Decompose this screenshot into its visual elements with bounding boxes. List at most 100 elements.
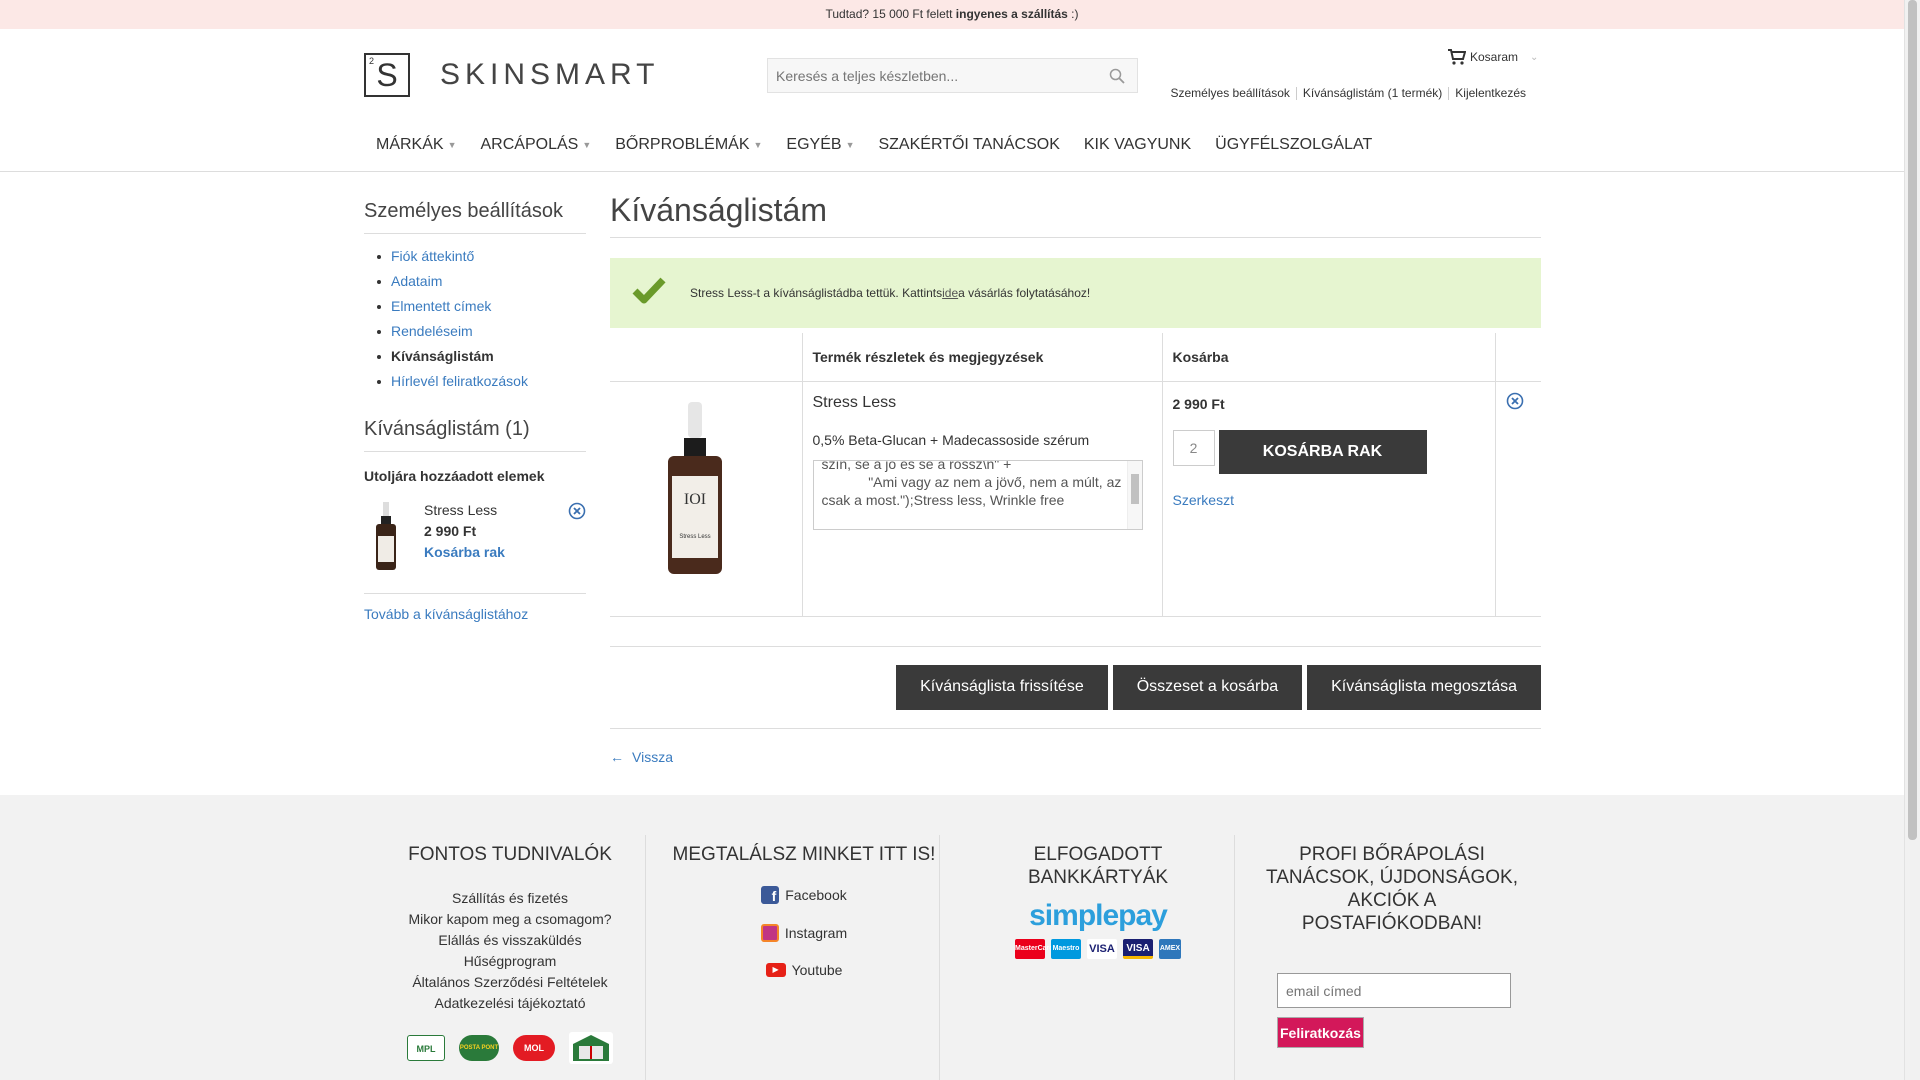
- facebook-icon: f: [761, 886, 780, 904]
- usermenu-wishlist[interactable]: Kívánságlistám (1 termék): [1295, 87, 1448, 100]
- add-all-to-cart-button[interactable]: Összeset a kosárba: [1112, 664, 1303, 710]
- product-thumbnail[interactable]: [372, 502, 400, 572]
- usermenu-logout[interactable]: Kijelentkezés: [1448, 87, 1532, 100]
- shipping-partner-logos: MPL POSTA PONT MOL: [375, 1032, 645, 1064]
- update-wishlist-button[interactable]: Kívánságlista frissítése: [896, 664, 1108, 710]
- cart-dropdown[interactable]: Kosaram ⌄: [1448, 49, 1538, 65]
- nav-item-markak[interactable]: MÁRKÁK ▼: [364, 133, 469, 157]
- youtube-link[interactable]: ▶ Youtube: [668, 962, 940, 978]
- nav-divider: [0, 171, 1904, 172]
- wishlist-table: Termék részletek és megjegyzések Kosárba…: [610, 333, 1541, 617]
- success-notice: Stress Less-t a kívánságlistádba tettük.…: [610, 258, 1541, 328]
- checkmark-icon: [632, 277, 666, 304]
- arrow-left-icon: ←: [610, 748, 624, 765]
- instagram-icon: [760, 924, 779, 942]
- chevron-down-icon: ▼: [447, 140, 457, 150]
- remove-icon[interactable]: [1506, 392, 1524, 410]
- back-link[interactable]: ← Vissza: [610, 749, 1541, 765]
- notice-link[interactable]: ide: [942, 286, 958, 300]
- nav-item-kik-vagyunk[interactable]: KIK VAGYUNK: [1072, 133, 1203, 157]
- promo-text-pre: Tudtad? 15 000 Ft felett: [825, 7, 956, 21]
- newsletter-email-input[interactable]: [1277, 973, 1511, 1008]
- logo-wordmark: SKINSMART: [440, 58, 660, 91]
- sidebar-item-orders[interactable]: Rendeléseim: [364, 319, 586, 344]
- chevron-down-icon: ▼: [845, 140, 855, 150]
- site-logo[interactable]: 2S SKINSMART: [364, 53, 659, 97]
- nav-item-egyeb[interactable]: EGYÉB ▼: [774, 133, 866, 157]
- remove-icon[interactable]: [568, 502, 586, 520]
- footer-link-shipping[interactable]: Szállítás és fizetés: [375, 888, 645, 909]
- recent-wishlist-item: Stress Less 2 990 Ft Kosárba rak: [364, 494, 586, 594]
- chevron-down-icon: ▼: [582, 140, 592, 150]
- recent-item-price: 2 990 Ft: [424, 523, 477, 539]
- product-image[interactable]: IOI Stress Less: [620, 392, 770, 582]
- footer-link-loyalty[interactable]: Hűségprogram: [375, 951, 645, 972]
- footer-divider: [645, 835, 646, 1080]
- maestro-logo: Maestro: [1051, 939, 1081, 959]
- parcel-locker-logo: [569, 1032, 613, 1064]
- scrollbar-thumb[interactable]: [1908, 0, 1917, 840]
- amex-logo: AMEX: [1159, 939, 1181, 959]
- nav-item-szakertoi[interactable]: SZAKÉRTŐI TANÁCSOK: [866, 133, 1071, 157]
- col-header-remove: [1494, 333, 1541, 382]
- sidebar-item-overview[interactable]: Fiók áttekintő: [364, 244, 586, 269]
- sidebar-item-newsletter[interactable]: Hírlevél feliratkozások: [364, 369, 586, 394]
- svg-text:IOI: IOI: [684, 491, 706, 508]
- cart-label: Kosaram: [1470, 50, 1519, 64]
- visa-electron-logo: VISA: [1123, 939, 1153, 959]
- footer-link-privacy[interactable]: Adatkezelési tájékoztató: [375, 993, 645, 1014]
- share-wishlist-button[interactable]: Kívánságlista megosztása: [1307, 664, 1541, 710]
- page-scrollbar[interactable]: [1904, 0, 1920, 1080]
- recent-items-title: Utoljára hozzáadott elemek: [364, 468, 545, 484]
- table-row: IOI Stress Less Stress Less 0,5% Beta-Gl…: [610, 381, 1541, 617]
- mastercard-logo: MasterCard: [1015, 939, 1054, 959]
- subscribe-button[interactable]: Feliratkozás: [1277, 1017, 1364, 1048]
- product-description: 0,5% Beta-Glucan + Madecassoside szérum: [812, 431, 1090, 448]
- mpl-logo: MPL: [407, 1035, 445, 1061]
- footer-link-delivery-time[interactable]: Mikor kapom meg a csomagom?: [375, 909, 645, 930]
- footer-link-terms[interactable]: Általános Szerződési Feltételek: [375, 972, 645, 993]
- promo-bar: Tudtad? 15 000 Ft felett ingyenes a szál…: [0, 0, 1904, 29]
- col-header-details: Termék részletek és megjegyzések: [801, 333, 1162, 382]
- facebook-link[interactable]: f Facebook: [668, 886, 940, 904]
- sidebar-title: Személyes beállítások: [364, 200, 586, 234]
- quantity-input[interactable]: 2: [1172, 429, 1215, 466]
- posta-pont-logo: POSTA PONT: [459, 1035, 499, 1061]
- textarea-scrollbar[interactable]: [1126, 460, 1142, 529]
- cart-cell: 2 990 Ft 2 KOSÁRBA RAK Szerkeszt: [1161, 381, 1495, 617]
- recent-item-add-to-cart[interactable]: Kosárba rak: [424, 544, 505, 560]
- usermenu-settings[interactable]: Személyes beállítások: [1165, 87, 1296, 100]
- footer-link-returns[interactable]: Elállás és visszaküldés: [375, 930, 645, 951]
- site-footer: FONTOS TUDNIVALÓK Szállítás és fizetés M…: [0, 795, 1904, 1080]
- cart-icon: [1448, 49, 1466, 65]
- nav-item-borproblemak[interactable]: BŐRPROBLÉMÁK ▼: [603, 133, 774, 157]
- account-menu: Fiók áttekintő Adataim Elmentett címek R…: [364, 244, 586, 394]
- edit-link[interactable]: Szerkeszt: [1173, 492, 1485, 508]
- add-to-cart-button[interactable]: KOSÁRBA RAK: [1218, 429, 1427, 474]
- footer-info-column: FONTOS TUDNIVALÓK Szállítás és fizetés M…: [375, 843, 645, 1064]
- product-name[interactable]: Stress Less: [813, 394, 1152, 412]
- nav-item-arcapolas[interactable]: ARCÁPOLÁS ▼: [469, 133, 604, 157]
- product-details-cell: Stress Less 0,5% Beta-Glucan + Madecasso…: [801, 381, 1162, 617]
- nav-item-ugyfelszolgalat[interactable]: ÜGYFÉLSZOLGÁLAT: [1203, 133, 1384, 157]
- page-title: Kívánságlistám: [610, 192, 1541, 238]
- promo-text-post: :): [1067, 7, 1079, 21]
- wishlist-content: Kívánságlistám Stress Less-t a kívánságl…: [610, 192, 1541, 765]
- instagram-link[interactable]: Instagram: [668, 924, 940, 942]
- recent-item-name[interactable]: Stress Less: [424, 502, 497, 518]
- notice-message: Stress Less-t a kívánságlistádba tettük.…: [690, 286, 1091, 300]
- account-sidebar: Személyes beállítások Fiók áttekintő Ada…: [364, 200, 586, 622]
- comment-textarea[interactable]: szín, se a jó és se a rossz\n" + "Ami va…: [812, 459, 1143, 530]
- search-input[interactable]: [768, 59, 1098, 92]
- chevron-down-icon: ▼: [753, 140, 763, 150]
- footer-social-title: MEGTALÁLSZ MINKET ITT IS!: [672, 844, 936, 865]
- sidebar-item-addresses[interactable]: Elmentett címek: [364, 294, 586, 319]
- sidebar-item-details[interactable]: Adataim: [364, 269, 586, 294]
- more-wishlist-link[interactable]: Tovább a kívánságlistához: [364, 606, 586, 622]
- sidebar-item-wishlist: Kívánságlistám: [364, 344, 586, 369]
- footer-newsletter-column: PROFI BŐRÁPOLÁSI TANÁCSOK, ÚJDONSÁGOK, A…: [1250, 843, 1534, 1048]
- col-header-image: [610, 333, 802, 382]
- search-icon[interactable]: [1109, 68, 1125, 84]
- main-nav: MÁRKÁK ▼ ARCÁPOLÁS ▼ BŐRPROBLÉMÁK ▼ EGYÉB ▼ …: [364, 133, 1384, 157]
- card-logos: MasterCard Maestro VISA VISA AMEX: [960, 939, 1236, 959]
